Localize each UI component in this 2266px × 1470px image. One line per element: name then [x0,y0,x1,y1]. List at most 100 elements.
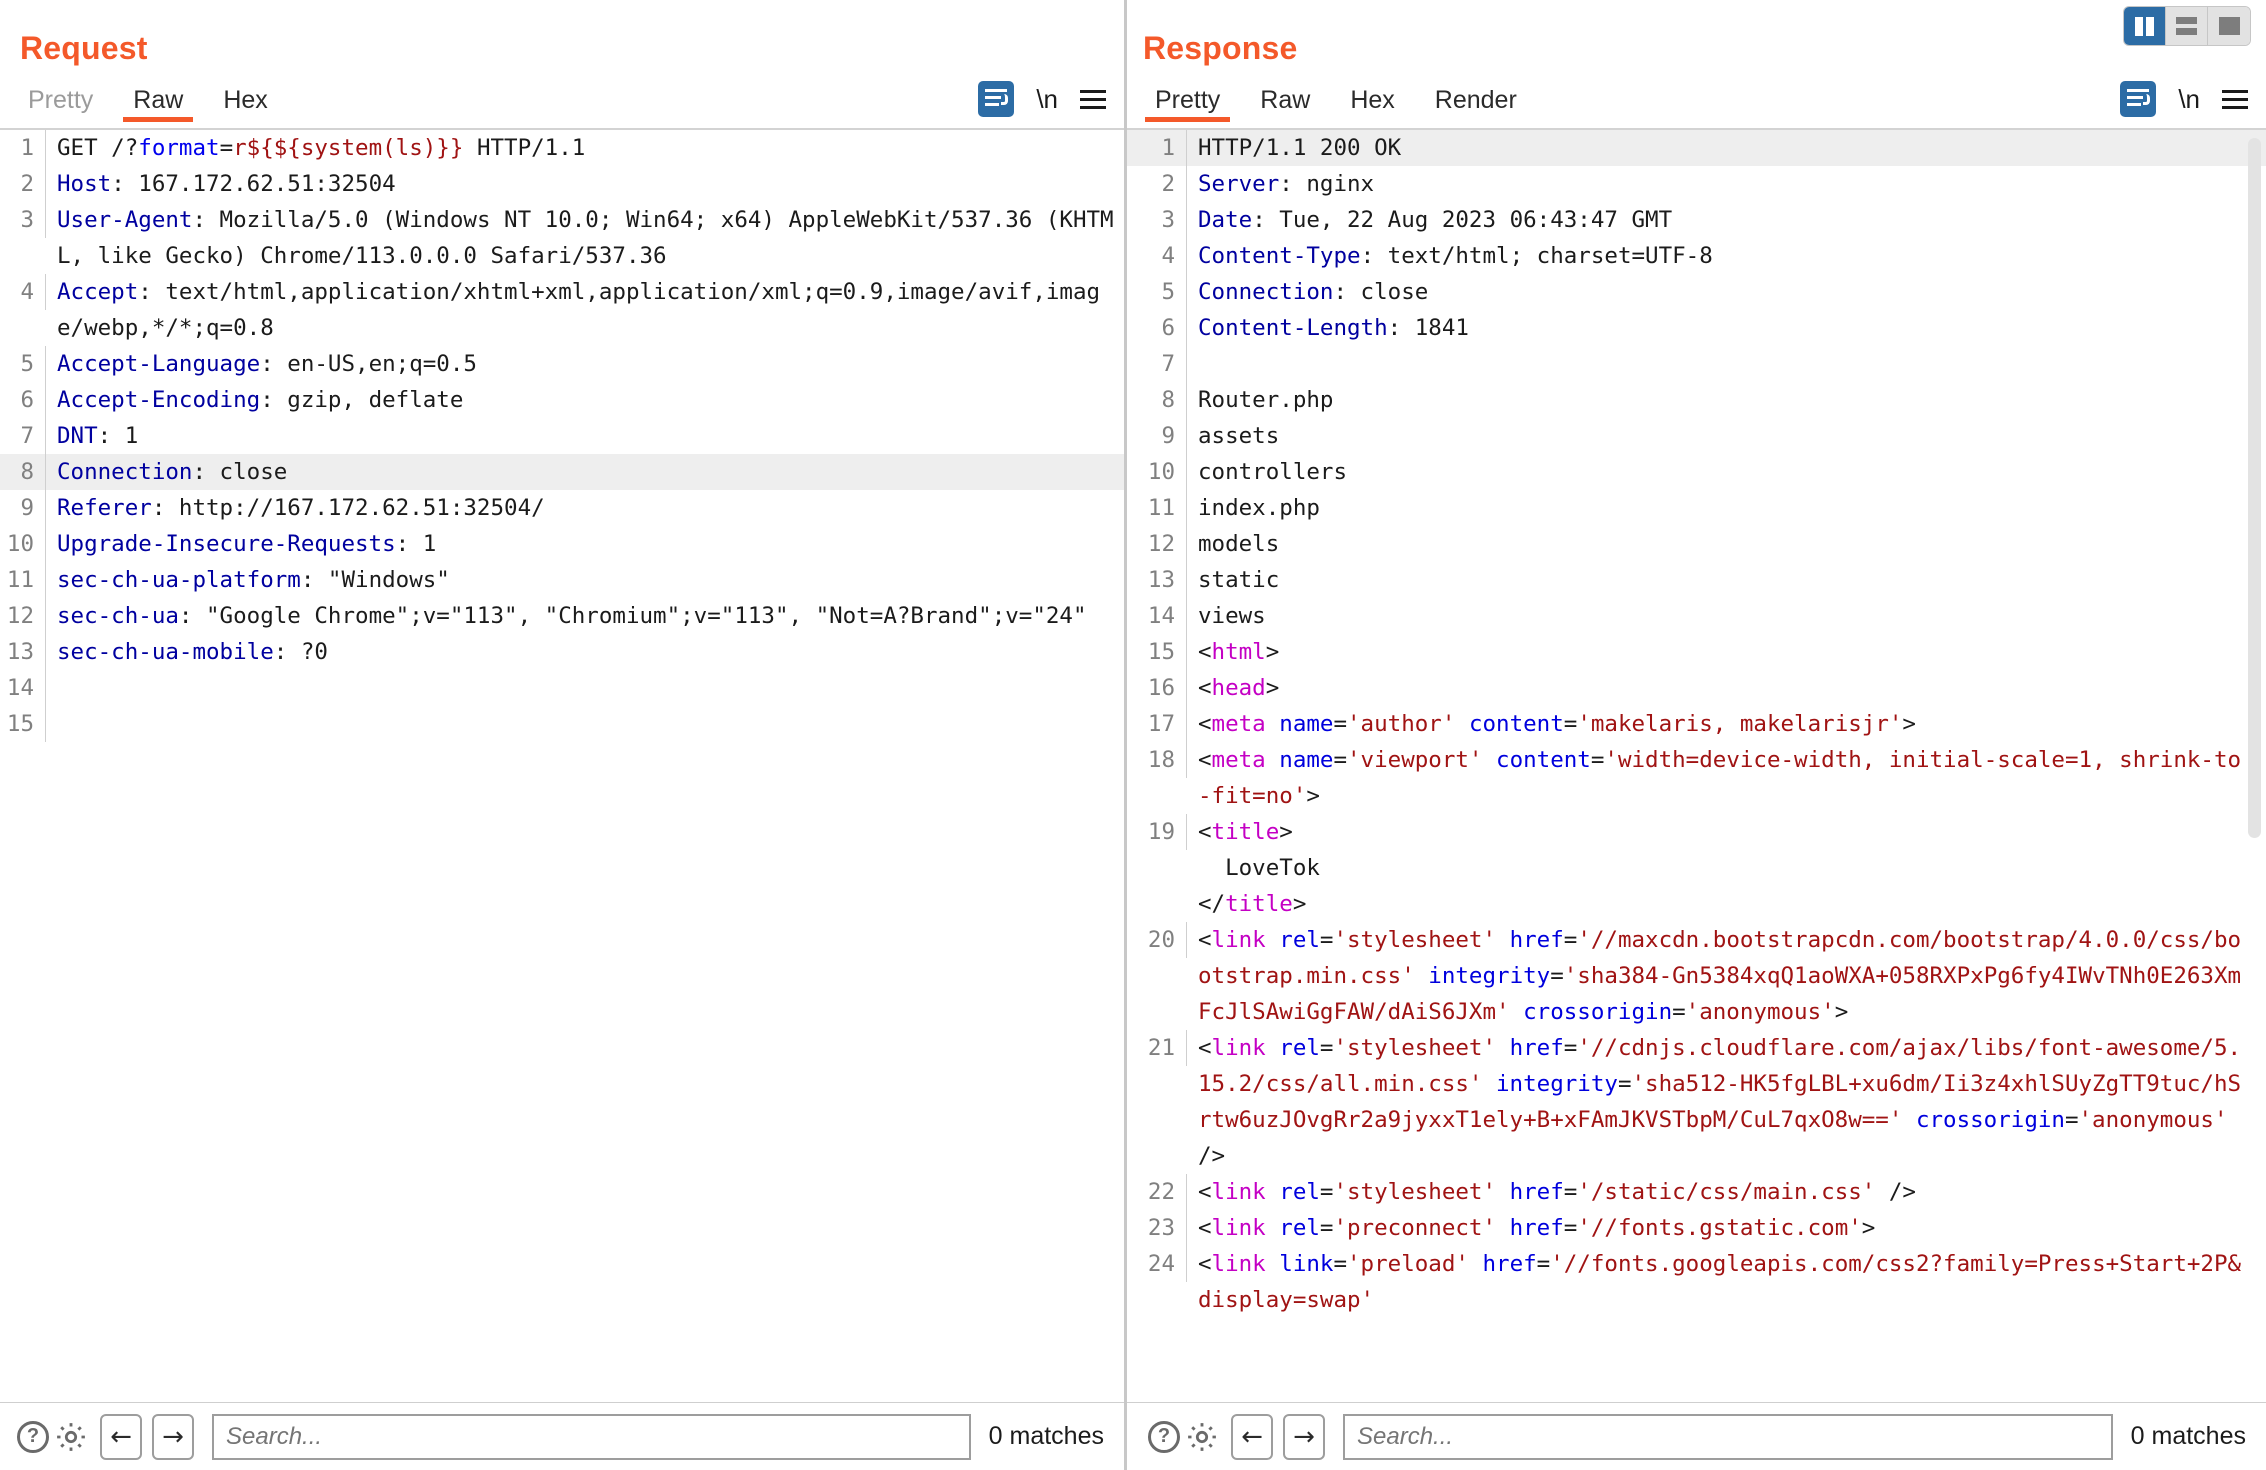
line-number: 20 [1127,922,1187,958]
response-panel-title: Response [1143,30,1298,66]
code-line: 17 <meta name='author' content='makelaris… [1127,706,2266,742]
search-next-button[interactable]: → [152,1413,194,1460]
response-scrollbar[interactable] [2248,134,2261,1398]
tab-request-hex[interactable]: Hex [203,76,287,120]
search-prev-button[interactable]: ← [1231,1413,1273,1460]
code-line: 12 models [1127,526,2266,562]
code-line: 6 Content-Length: 1841 [1127,310,2266,346]
layout-single-button[interactable] [2208,7,2250,45]
tab-response-render[interactable]: Render [1415,76,1537,120]
response-search-input[interactable] [1343,1413,2113,1460]
line-number: 2 [0,166,46,202]
line-number: 14 [1127,598,1187,634]
hamburger-menu-icon[interactable] [1080,89,1106,109]
response-code-scroll: 1 HTTP/1.1 200 OK 2 Server: nginx 3 Date: Tue… [1127,130,2266,1402]
split-view-icon [2135,16,2154,36]
tab-response-pretty[interactable]: Pretty [1135,76,1240,122]
line-number: 17 [1127,706,1187,742]
request-code-area[interactable]: 1 GET /?format=r${${system(ls)}} HTTP/1.1… [0,130,1124,1402]
search-next-button[interactable]: → [1283,1413,1325,1460]
search-prev-button[interactable]: ← [100,1413,142,1460]
line-number: 9 [0,490,46,526]
code-line-text: Content-Length: 1841 [1198,315,1469,341]
response-scrollbar-thumb[interactable] [2248,138,2261,838]
line-number: 23 [1127,1210,1187,1246]
code-line-text: <link rel='stylesheet' href='//cdnjs.clo… [1198,1035,2242,1169]
word-wrap-icon[interactable] [978,81,1015,117]
code-line-text: Referer: http://167.172.62.51:32504/ [57,495,545,521]
code-line: 4 Accept: text/html,application/xhtml+xml… [0,274,1124,346]
line-number: 3 [0,202,46,238]
request-code-scroll: 1 GET /?format=r${${system(ls)}} HTTP/1.1… [0,130,1124,1402]
response-tab-icons: \n [2120,81,2248,117]
hamburger-menu-icon[interactable] [2222,89,2248,109]
code-line-text: Connection: close [57,459,288,485]
request-search-input[interactable] [212,1413,971,1460]
request-tab-bar: Pretty Raw Hex \n [0,76,1124,130]
word-wrap-icon[interactable] [2120,81,2157,117]
layout-side-by-side-button[interactable] [2124,7,2166,45]
gear-icon[interactable] [52,1418,90,1456]
code-line: 9 Referer: http://167.172.62.51:32504/ [0,490,1124,526]
code-line: 18 <meta name='viewport' content='width=d… [1127,742,2266,814]
gear-icon[interactable] [1183,1418,1221,1456]
code-line: 15 [0,706,1124,742]
burp-message-editor: Request Pretty Raw Hex \n 1 GET /?format=… [0,0,2266,1470]
code-line-text: <meta name='viewport' content='width=dev… [1198,747,2242,809]
line-number: 3 [1127,202,1187,238]
request-panel-title: Request [20,30,148,66]
code-line: 1 HTTP/1.1 200 OK [1127,130,2266,166]
code-line-text: <title> LoveTok </title> [1198,819,1320,917]
tab-response-raw[interactable]: Raw [1240,76,1330,120]
code-line: 14 views [1127,598,2266,634]
code-line-text: views [1198,603,1266,629]
code-line-text: Accept-Encoding: gzip, deflate [57,387,464,413]
line-number: 24 [1127,1246,1187,1282]
code-line-text: User-Agent: Mozilla/5.0 (Windows NT 10.0… [57,207,1114,269]
line-number: 12 [1127,526,1187,562]
line-number: 13 [0,634,46,670]
line-number: 5 [1127,274,1187,310]
code-line-text: Accept: text/html,application/xhtml+xml,… [57,279,1101,341]
code-line-text: <link rel='preconnect' href='//fonts.gst… [1198,1215,1876,1241]
line-number: 13 [1127,562,1187,598]
line-number: 6 [0,382,46,418]
code-line: 13 sec-ch-ua-mobile: ?0 [0,634,1124,670]
newline-icon[interactable]: \n [2178,84,2200,115]
response-tab-bar: Pretty Raw Hex Render \n [1127,76,2266,130]
request-bottom-toolbar: ? ← → 0 matches [0,1402,1124,1470]
code-line: 19 <title> LoveTok </title> [1127,814,2266,922]
code-line: 3 Date: Tue, 22 Aug 2023 06:43:47 GMT [1127,202,2266,238]
line-number: 15 [1127,634,1187,670]
code-line: 5 Accept-Language: en-US,en;q=0.5 [0,346,1124,382]
code-line: 21 <link rel='stylesheet' href='//cdnjs.c… [1127,1030,2266,1174]
request-title-row: Request [0,0,1124,76]
line-number: 4 [1127,238,1187,274]
line-number: 1 [1127,130,1187,166]
tab-response-hex[interactable]: Hex [1330,76,1414,120]
request-tab-icons: \n [978,81,1106,117]
code-line: 14 [0,670,1124,706]
code-line-text: sec-ch-ua-mobile: ?0 [57,639,328,665]
help-icon[interactable]: ? [14,1418,52,1456]
code-line-text: HTTP/1.1 200 OK [1198,135,1402,161]
code-line: 12 sec-ch-ua: "Google Chrome";v="113", "C… [0,598,1124,634]
help-icon[interactable]: ? [1145,1418,1183,1456]
newline-icon[interactable]: \n [1036,84,1058,115]
line-number: 8 [1127,382,1187,418]
code-line-text: GET /?format=r${${system(ls)}} HTTP/1.1 [57,135,586,161]
code-line: 22 <link rel='stylesheet' href='/static/c… [1127,1174,2266,1210]
code-line-text: Router.php [1198,387,1334,413]
code-line: 13 static [1127,562,2266,598]
line-number: 8 [0,454,46,490]
line-number: 1 [0,130,46,166]
layout-stacked-button[interactable] [2166,7,2208,45]
code-line: 23 <link rel='preconnect' href='//fonts.g… [1127,1210,2266,1246]
tab-request-pretty[interactable]: Pretty [8,76,113,120]
line-number: 6 [1127,310,1187,346]
code-line: 20 <link rel='stylesheet' href='//maxcdn.… [1127,922,2266,1030]
tab-request-raw[interactable]: Raw [113,76,203,122]
response-code-area[interactable]: 1 HTTP/1.1 200 OK 2 Server: nginx 3 Date: Tue… [1127,130,2266,1402]
line-number: 18 [1127,742,1187,778]
layout-toggle-group [2124,7,2250,45]
